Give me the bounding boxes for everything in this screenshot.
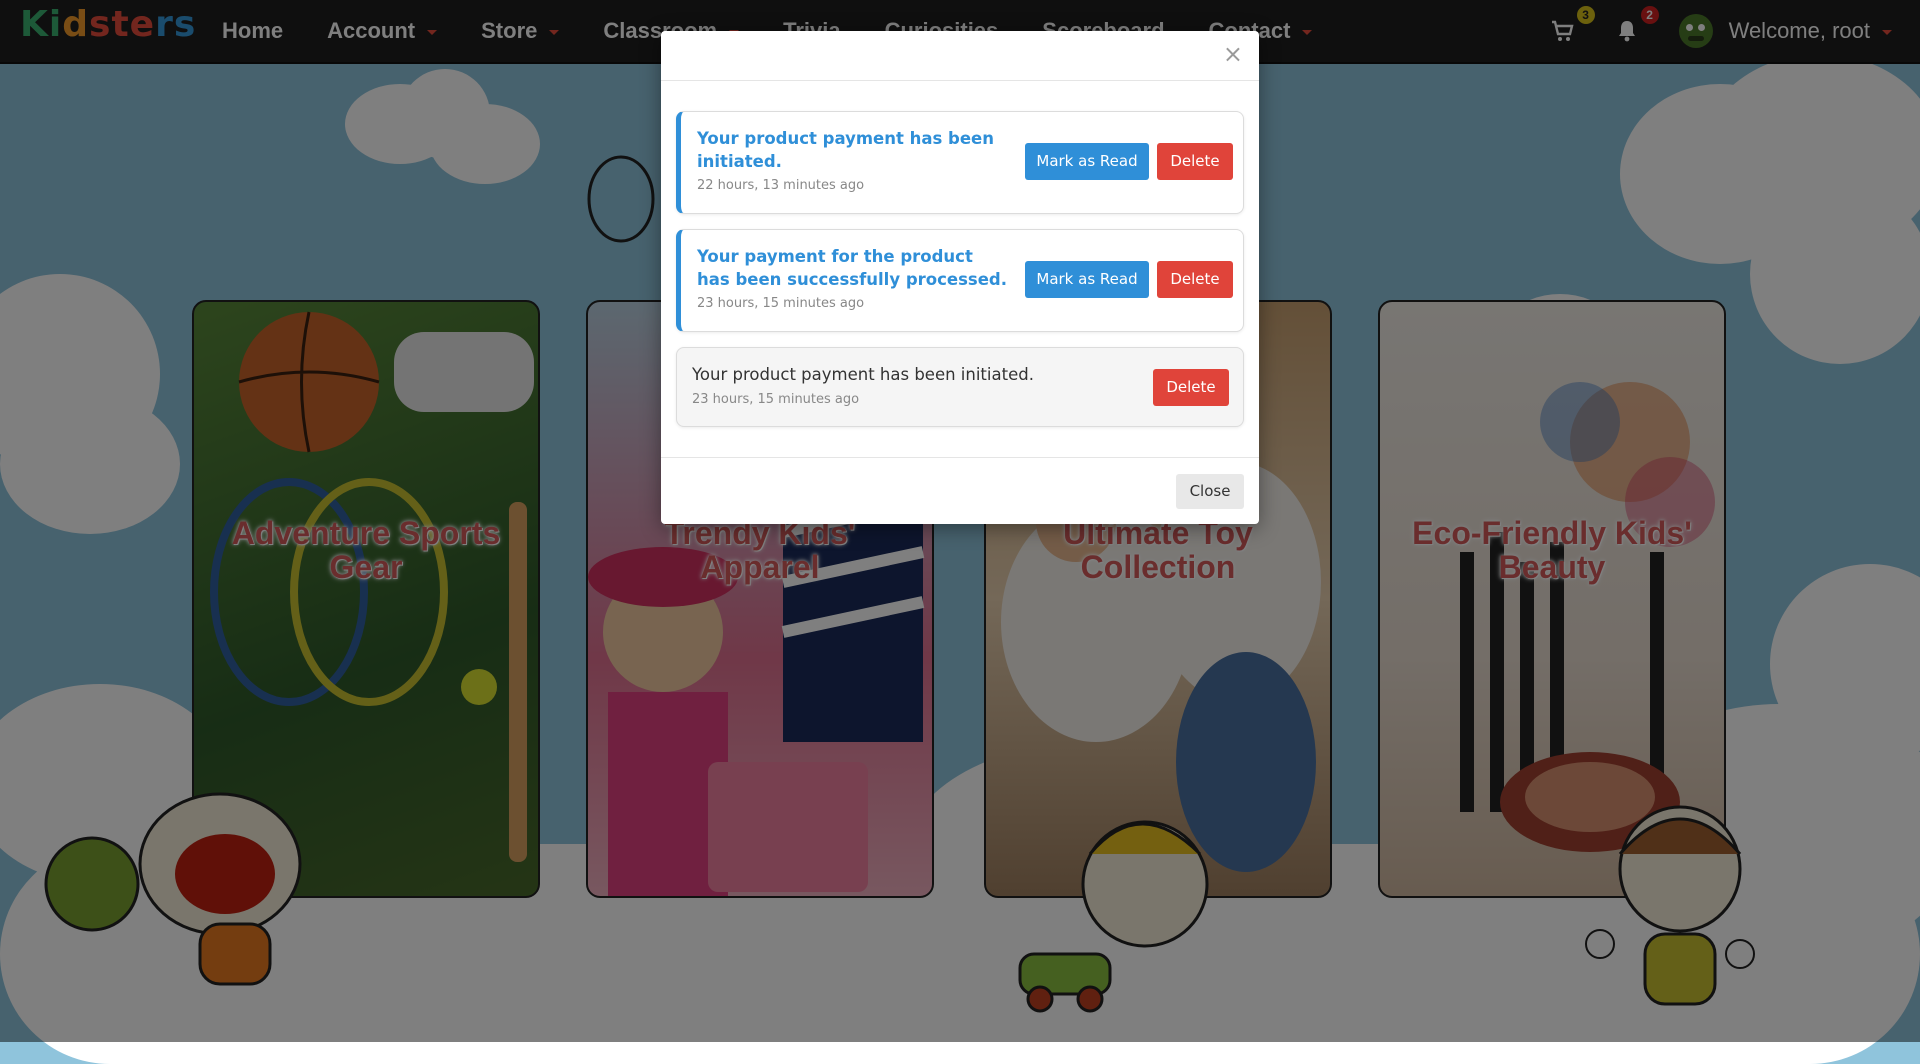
close-icon[interactable]: × — [1223, 41, 1243, 67]
delete-button[interactable]: Delete — [1153, 369, 1229, 406]
modal-footer: Close — [661, 457, 1259, 525]
delete-button[interactable]: Delete — [1157, 143, 1233, 180]
notification-time: 23 hours, 15 minutes ago — [697, 296, 865, 311]
close-button[interactable]: Close — [1176, 474, 1244, 509]
notification-item: Your payment for the product has been su… — [676, 229, 1244, 332]
notification-item: Your product payment has been initiated.… — [676, 111, 1244, 214]
notification-time: 22 hours, 13 minutes ago — [697, 178, 865, 193]
delete-button[interactable]: Delete — [1157, 261, 1233, 298]
notification-item: Your product payment has been initiated.… — [676, 347, 1244, 427]
notification-text: Your product payment has been initiated. — [697, 129, 994, 171]
mark-as-read-button[interactable]: Mark as Read — [1025, 261, 1149, 298]
notification-time: 23 hours, 15 minutes ago — [692, 392, 860, 407]
notifications-modal: × Your product payment has been initiate… — [661, 31, 1259, 524]
notification-text: Your payment for the product has been su… — [697, 247, 1007, 289]
mark-as-read-button[interactable]: Mark as Read — [1025, 143, 1149, 180]
modal-header: × — [661, 31, 1259, 81]
modal-body: Your product payment has been initiated.… — [661, 81, 1259, 427]
notification-text: Your product payment has been initiated. — [692, 365, 1034, 384]
